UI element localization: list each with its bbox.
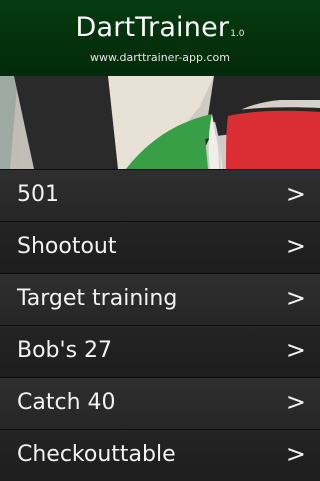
list-item-label: Target training [17, 286, 178, 311]
app-version: 1.0 [230, 29, 245, 39]
list-item-label: Shootout [17, 234, 117, 259]
dartboard-icon [0, 76, 320, 169]
chevron-right-icon: > [285, 388, 306, 416]
list-item-target-training[interactable]: Target training > [0, 273, 320, 325]
app-header: DartTrainer1.0 www.darttrainer-app.com [0, 0, 320, 76]
chevron-right-icon: > [285, 284, 306, 312]
chevron-right-icon: > [285, 232, 306, 260]
dartboard-banner-image [0, 76, 320, 169]
list-item-catch-40[interactable]: Catch 40 > [0, 377, 320, 429]
list-item-label: Catch 40 [17, 390, 116, 415]
list-item-501[interactable]: 501 > [0, 169, 320, 221]
chevron-right-icon: > [285, 336, 306, 364]
chevron-right-icon: > [285, 180, 306, 208]
list-item-shootout[interactable]: Shootout > [0, 221, 320, 273]
list-item-label: Bob's 27 [17, 338, 113, 363]
list-item-checkouttable[interactable]: Checkouttable > [0, 429, 320, 481]
list-item-label: 501 [17, 182, 59, 207]
chevron-right-icon: > [285, 440, 306, 468]
app-url: www.darttrainer-app.com [90, 51, 230, 64]
list-item-label: Checkouttable [17, 442, 176, 467]
list-item-bobs-27[interactable]: Bob's 27 > [0, 325, 320, 377]
title-row: DartTrainer1.0 [0, 12, 320, 43]
game-mode-list: 501 > Shootout > Target training > Bob's… [0, 169, 320, 481]
app-title: DartTrainer [75, 12, 230, 43]
